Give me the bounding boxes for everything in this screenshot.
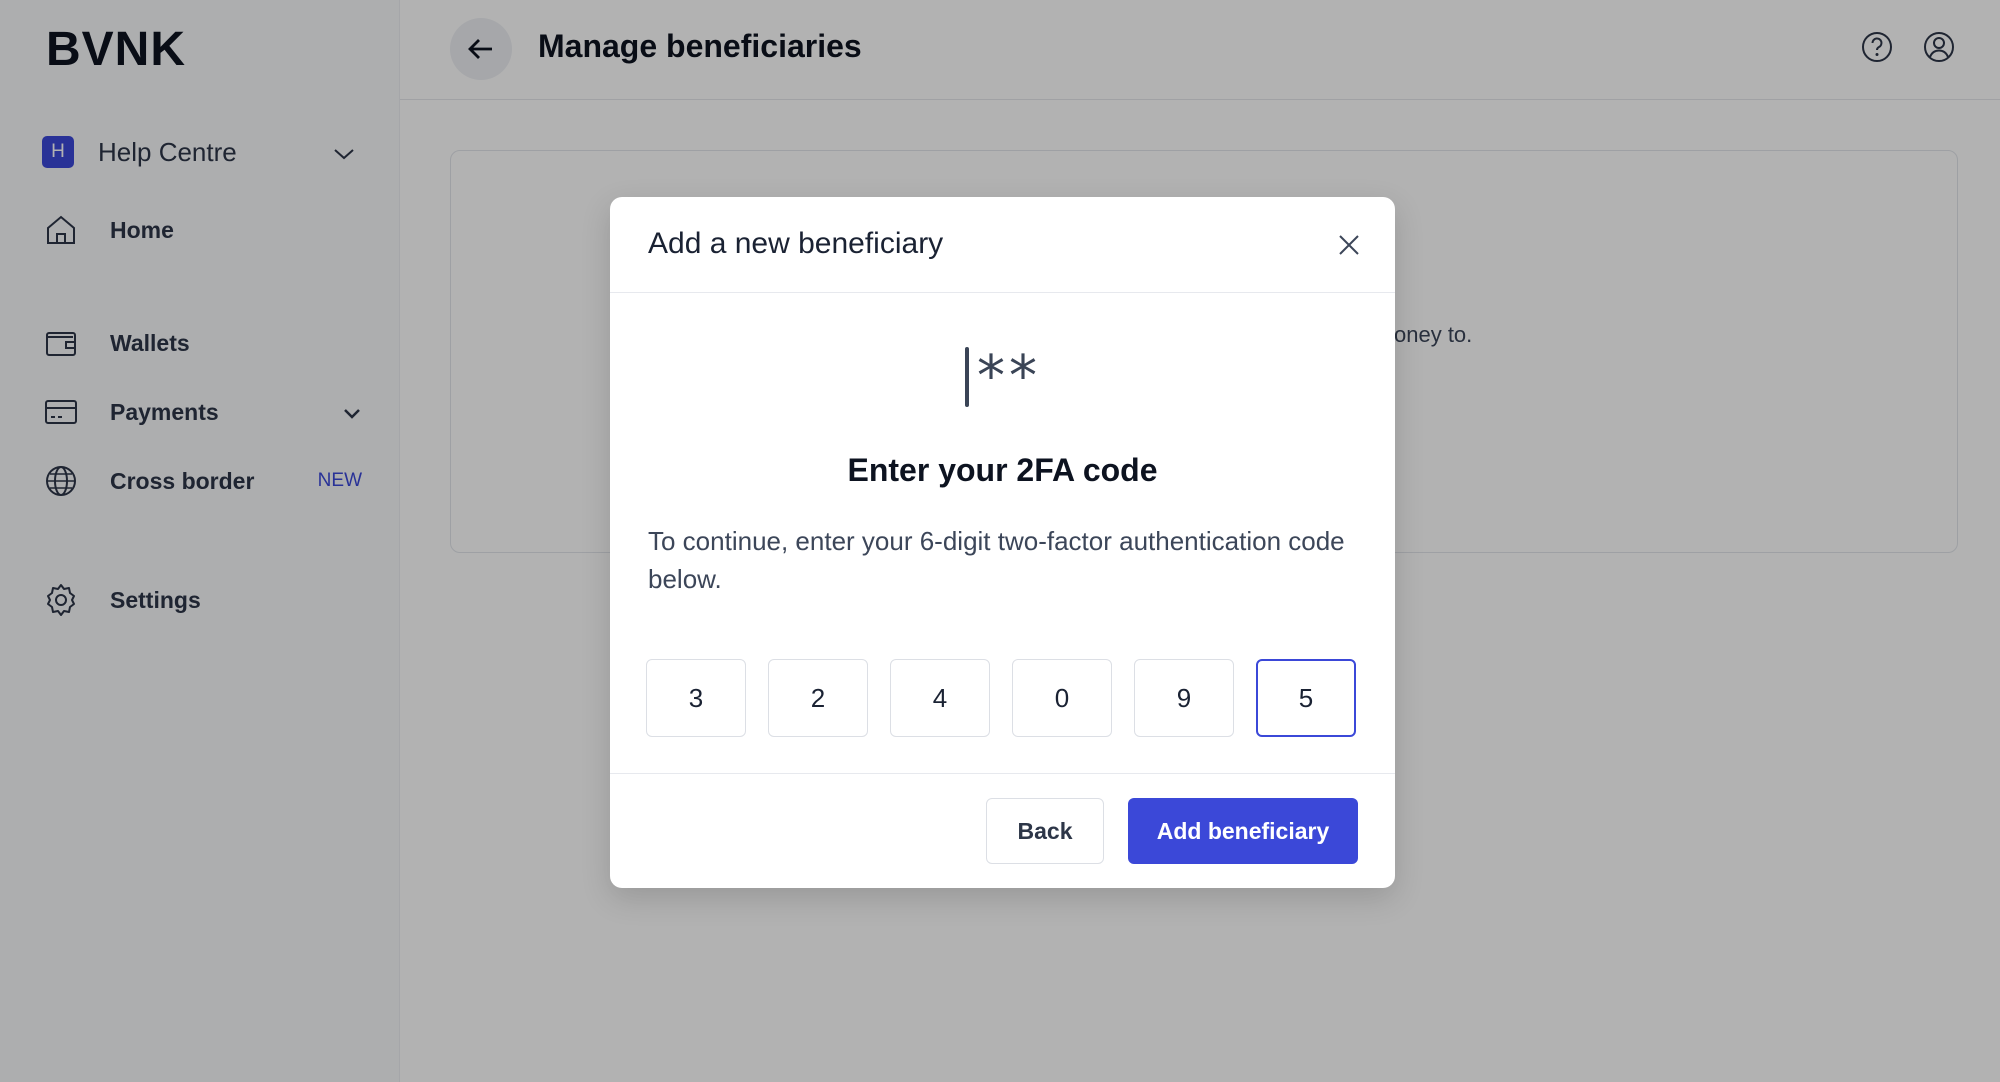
add-beneficiary-modal: Add a new beneficiary ** Enter your 2FA … <box>610 197 1395 888</box>
modal-description: To continue, enter your 6-digit two-fact… <box>648 526 1345 594</box>
otp-digit-input-active[interactable]: 5 <box>1256 659 1356 737</box>
password-illustration: ** <box>965 347 1041 407</box>
otp-digit-input[interactable]: 2 <box>768 659 868 737</box>
otp-digit-input[interactable]: 4 <box>890 659 990 737</box>
back-button[interactable]: Back <box>986 798 1104 864</box>
otp-input-group: 3 2 4 0 9 5 <box>646 659 1356 737</box>
add-beneficiary-button[interactable]: Add beneficiary <box>1128 798 1358 864</box>
modal-title: Add a new beneficiary <box>648 227 944 260</box>
modal-footer: Back Add beneficiary <box>610 773 1395 888</box>
close-icon <box>1339 235 1359 255</box>
close-button[interactable] <box>1331 227 1367 263</box>
modal-heading: Enter your 2FA code <box>847 452 1158 488</box>
otp-digit-input[interactable]: 3 <box>646 659 746 737</box>
modal-header: Add a new beneficiary <box>610 197 1395 293</box>
otp-digit-input[interactable]: 0 <box>1012 659 1112 737</box>
text-cursor-icon <box>965 347 969 407</box>
otp-digit-input[interactable]: 9 <box>1134 659 1234 737</box>
masked-stars: ** <box>977 344 1041 409</box>
